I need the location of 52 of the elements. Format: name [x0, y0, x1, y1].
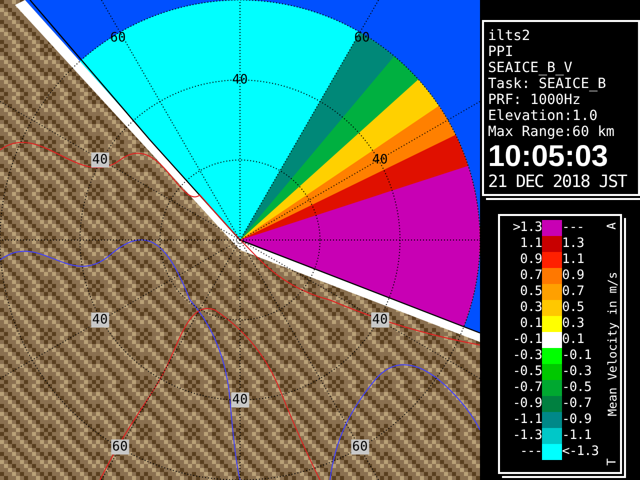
info-line: SEAICE_B_V: [488, 60, 574, 76]
legend-label: 0.1: [562, 332, 585, 348]
range-label: 40: [91, 152, 109, 168]
legend-label: 0.7: [562, 284, 585, 300]
time-text: 10:05:03: [488, 142, 610, 172]
legend-label: ---: [519, 444, 542, 460]
range-label: 60: [111, 440, 129, 454]
legend-label: 0.7: [519, 268, 542, 284]
legend-mark: A: [606, 222, 618, 230]
legend-mark: T: [606, 458, 618, 466]
legend-label: 0.3: [562, 316, 585, 332]
legend-label: -0.1: [562, 348, 592, 364]
legend-label: -0.9: [512, 396, 542, 412]
legend-label: 0.5: [562, 300, 585, 316]
legend-label: 1.3: [562, 236, 585, 252]
info-line: Max Range:60 km: [488, 124, 616, 140]
info-line: PPI: [488, 44, 514, 60]
range-label: 40: [371, 312, 389, 328]
legend-label: -0.7: [512, 380, 542, 396]
range-label: 60: [351, 440, 369, 454]
range-label: 60: [109, 30, 127, 46]
info-line: Task: SEAICE_B: [488, 76, 608, 92]
legend-label: 0.3: [519, 300, 542, 316]
legend-label: 1.1: [519, 236, 542, 252]
legend-label: -0.3: [562, 364, 592, 380]
legend-label: -0.1: [512, 332, 542, 348]
info-line: PRF: 1000Hz: [488, 92, 582, 108]
range-label: 60: [353, 30, 371, 46]
legend-label: -0.7: [562, 396, 592, 412]
legend-label: -1.1: [512, 412, 542, 428]
legend-label: 1.1: [562, 252, 585, 268]
info-line: ilts2: [488, 28, 532, 44]
legend-label: 0.9: [519, 252, 542, 268]
legend-label: -1.1: [562, 428, 592, 444]
legend-label: ---: [562, 220, 585, 236]
info-line: Elevation:1.0: [488, 108, 599, 124]
legend-label: <-1.3: [562, 444, 600, 460]
range-label: 40: [91, 312, 109, 328]
legend-label: 0.1: [519, 316, 542, 332]
range-label: 40: [231, 72, 249, 88]
range-label: 40: [231, 392, 249, 408]
legend-label: -0.5: [512, 364, 542, 380]
legend-label: -0.3: [512, 348, 542, 364]
legend-label: -0.5: [562, 380, 592, 396]
date-text: 21 DEC 2018 JST: [488, 172, 628, 192]
legend-label: 0.9: [562, 268, 585, 284]
legend-label: -0.9: [562, 412, 592, 428]
legend-title: Mean Velocity in m/s: [606, 272, 618, 416]
legend-label: >1.3: [512, 220, 542, 236]
legend-label: 0.5: [519, 284, 542, 300]
range-label: 40: [371, 152, 389, 168]
legend-label: -1.3: [512, 428, 542, 444]
